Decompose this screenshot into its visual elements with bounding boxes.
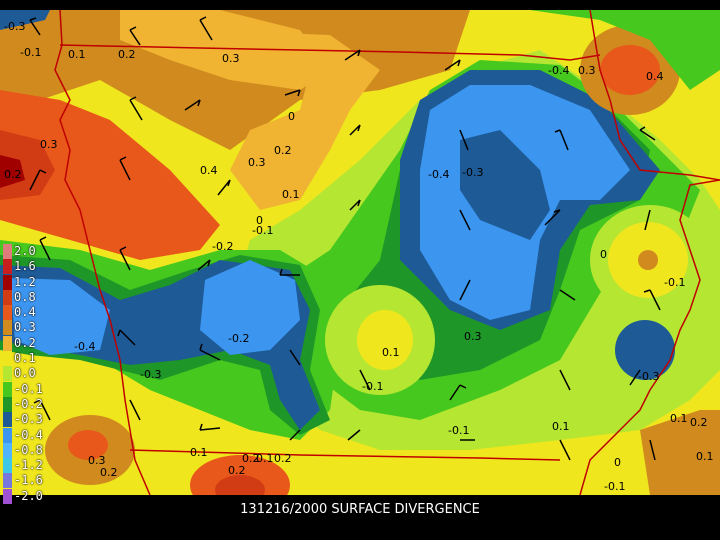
legend-label: 0.0 <box>14 366 36 381</box>
legend-item: -0.1 <box>0 381 62 397</box>
contour-label: -0.4 <box>548 64 569 77</box>
legend-item: 1.2 <box>0 274 62 290</box>
contour-label: -0.2 <box>228 332 249 345</box>
legend-item: -1.6 <box>0 473 62 489</box>
legend-item: 0.8 <box>0 289 62 305</box>
contour-label: 0.4 <box>200 164 218 177</box>
contour-label: 0.1 <box>382 346 400 359</box>
contour-label: 0.1 <box>696 450 714 463</box>
contour-label: -0.4 <box>74 340 95 353</box>
legend-label: 0.4 <box>14 305 36 320</box>
legend-swatch <box>3 335 12 351</box>
legend-swatch <box>3 320 12 336</box>
legend-swatch <box>3 427 12 443</box>
legend-label: -0.4 <box>14 427 43 442</box>
legend-item: 0.0 <box>0 366 62 382</box>
contour-label: 0.3 <box>222 52 240 65</box>
contour-label: 0 <box>288 110 295 123</box>
contour-label: -0.1 <box>20 46 41 59</box>
contour-label: 0 <box>600 248 607 261</box>
contour-label: 0.3 <box>464 330 482 343</box>
legend-swatch <box>3 442 12 458</box>
contour-label: 0 <box>256 214 263 227</box>
color-legend: 2.0 1.6 1.2 0.8 0.4 0.3 0.2 0.1 0.0 -0.1 -0.2 -0.3-… <box>0 244 62 504</box>
contour-label: 0.3 <box>248 156 266 169</box>
legend-swatch <box>3 458 12 474</box>
divergence-map: -0.3 -0.1 0.1 0.2 0.3 0.3 0.2 0.4 0.3 0.… <box>0 10 720 495</box>
legend-label: -1.2 <box>14 458 43 473</box>
legend-item: 2.0 <box>0 244 62 259</box>
legend-item: 0.1 <box>0 351 62 367</box>
legend-label: 0.3 <box>14 320 36 335</box>
contour-label: 0.4 <box>646 70 664 83</box>
legend-item: -0.2 <box>0 396 62 412</box>
legend-swatch <box>3 473 12 489</box>
legend-swatch <box>3 366 12 382</box>
contour-label: -0.3 <box>638 370 659 383</box>
contour-label: 0.2 <box>228 464 246 477</box>
legend-label: -0.8 <box>14 442 43 457</box>
legend-label: 1.2 <box>14 274 36 289</box>
contour-label: -0.3 <box>4 20 25 33</box>
contour-label: 0.1 <box>670 412 688 425</box>
legend-label: -0.2 <box>14 396 43 411</box>
legend-item: 0.4 <box>0 305 62 321</box>
contour-label: 0.2 <box>118 48 136 61</box>
legend-swatch <box>3 351 12 367</box>
legend-label: 0.8 <box>14 289 36 304</box>
field-yellow-center-core <box>357 310 413 370</box>
legend-label: 1.6 <box>14 259 36 274</box>
legend-item: -0.3 <box>0 412 62 428</box>
contour-label: 0.2 <box>4 168 22 181</box>
legend-swatch <box>3 396 12 412</box>
legend-item: 0.3 <box>0 320 62 336</box>
contour-label: 0.1 <box>282 188 300 201</box>
contour-label: 0.2 <box>274 452 292 465</box>
legend-item: -0.4 <box>0 427 62 443</box>
legend-item: -0.8 <box>0 442 62 458</box>
contour-label: 0.2 <box>690 416 708 429</box>
contour-label: 0.1 <box>190 446 208 459</box>
legend-label: 2.0 <box>14 244 36 258</box>
contour-label: -0.3 <box>462 166 483 179</box>
contour-label: -0.4 <box>428 168 449 181</box>
legend-label: 0.2 <box>14 335 36 350</box>
legend-label: -2.0 <box>14 488 43 503</box>
legend-label: 0.1 <box>14 351 36 366</box>
legend-item: 1.6 <box>0 259 62 275</box>
legend-label: -0.3 <box>14 412 43 427</box>
legend-swatch <box>3 381 12 397</box>
contour-label: -0.3 <box>140 368 161 381</box>
contour-label: 0.3 <box>40 138 58 151</box>
legend-swatch <box>3 412 12 428</box>
contour-label: 0.1 <box>68 48 86 61</box>
legend-swatch <box>3 289 12 305</box>
legend-item: 0.2 <box>0 335 62 351</box>
contour-label: -0.1 <box>448 424 469 437</box>
legend-swatch <box>3 244 12 259</box>
contour-label: 0.2 <box>274 144 292 157</box>
contour-label: 0.3 <box>88 454 106 467</box>
legend-swatch <box>3 274 12 290</box>
contour-label: 0.2 <box>242 452 260 465</box>
contour-label: 0.1 <box>552 420 570 433</box>
map-caption: 131216/2000 SURFACE DIVERGENCE <box>240 502 480 517</box>
field-east-orange-core <box>638 250 658 270</box>
contour-label: 0.3 <box>578 64 596 77</box>
legend-item: -1.2 <box>0 458 62 474</box>
contour-label: -0.1 <box>664 276 685 289</box>
legend-label: -1.6 <box>14 473 43 488</box>
contour-label: 0.2 <box>100 466 118 479</box>
contour-label: 0 <box>614 456 621 469</box>
legend-label: -0.1 <box>14 381 43 396</box>
contour-label: -0.1 <box>604 480 625 493</box>
legend-swatch <box>3 259 12 275</box>
contour-label: -0.2 <box>212 240 233 253</box>
contour-label: -0.1 <box>362 380 383 393</box>
legend-swatch <box>3 305 12 321</box>
